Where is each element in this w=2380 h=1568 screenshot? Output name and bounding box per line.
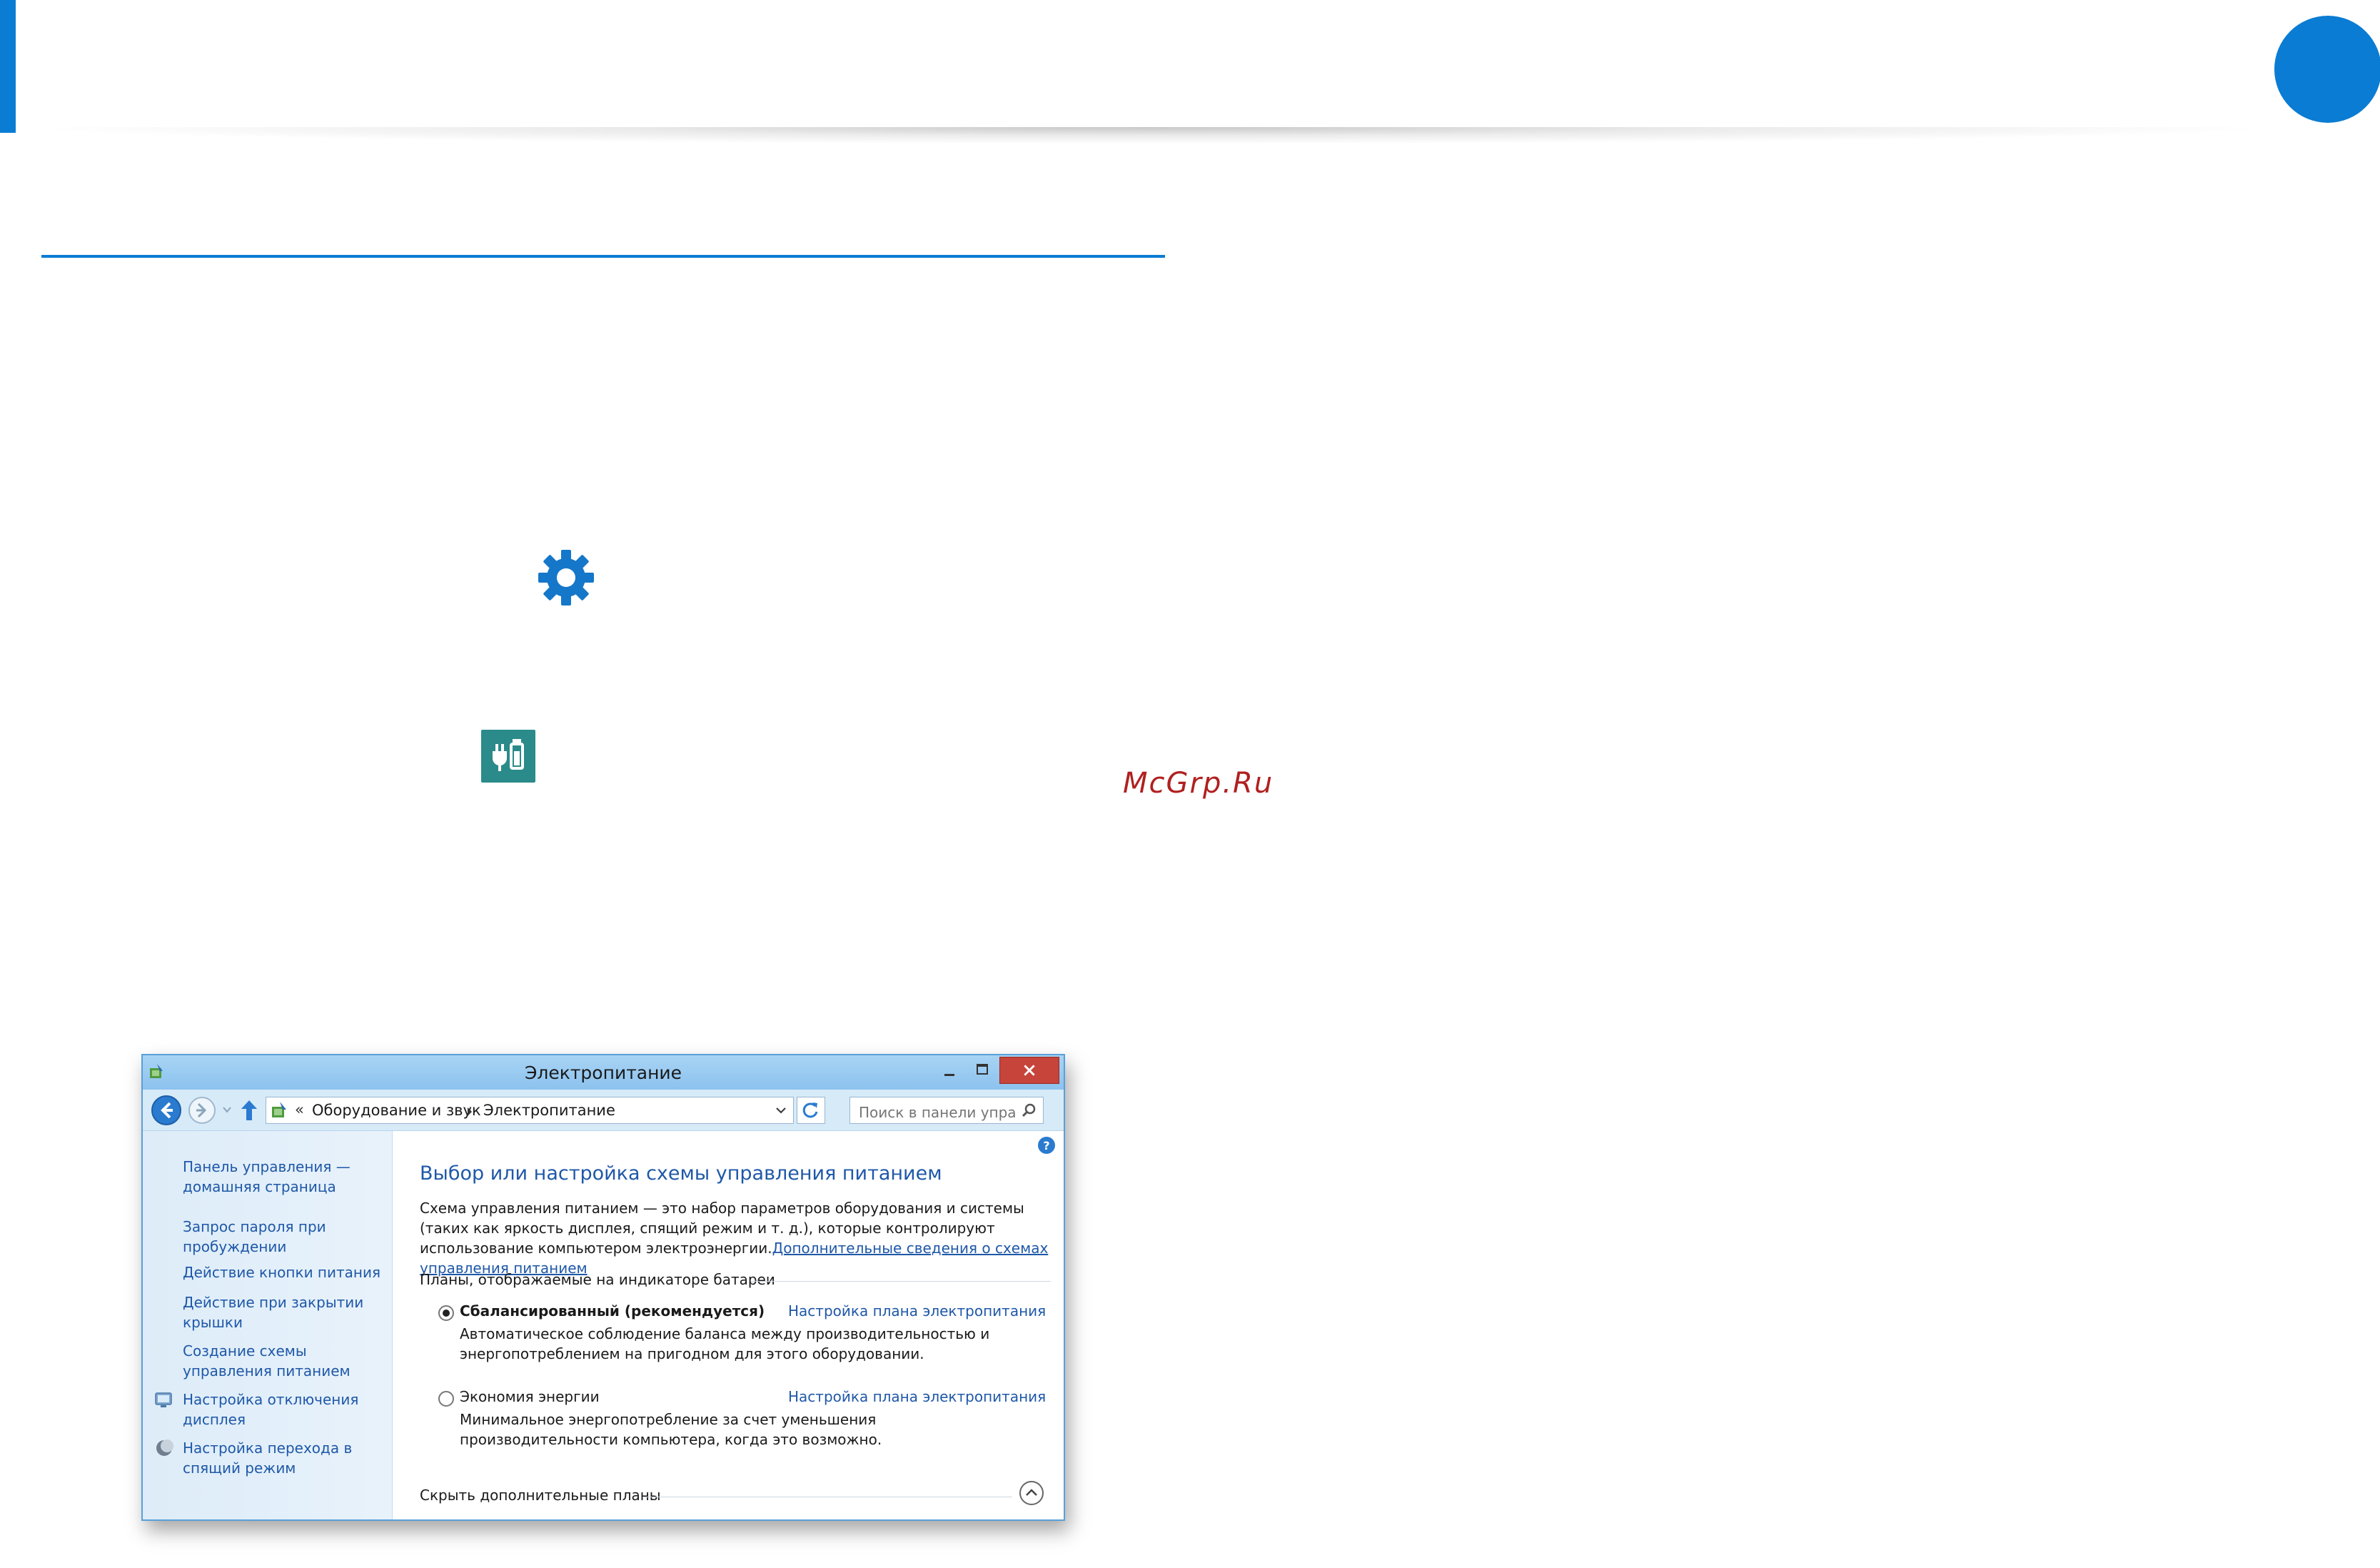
plan-radio-balanced[interactable] [438,1305,454,1321]
watermark-text: McGrp.Ru [1123,767,1274,800]
breadcrumb-power-options[interactable]: Электропитание [483,1102,615,1119]
page-description: Схема управления питанием — это набор па… [420,1198,1055,1278]
sidebar-link-create-plan[interactable]: Создание схемы управления питанием [183,1341,390,1381]
window-titlebar[interactable]: Электропитание [143,1055,1064,1090]
plan-settings-link-power-saver[interactable]: Настройка плана электропитания [788,1388,1046,1405]
breadcrumb-overflow[interactable]: « [295,1101,304,1118]
power-options-window: Электропитание « Оборудование и звук Эле… [141,1054,1065,1521]
plans-group-label: Планы, отображаемые на индикаторе батаре… [420,1271,775,1288]
collapse-button[interactable] [1019,1481,1044,1505]
moon-icon [154,1438,174,1458]
recent-pages-chevron-icon[interactable] [221,1104,233,1115]
plan-name-balanced[interactable]: Сбалансированный (рекомендуется) [460,1302,765,1320]
breadcrumb-hardware-sound[interactable]: Оборудование и звук [312,1102,481,1119]
chevron-down-icon[interactable] [775,1105,787,1116]
forward-button[interactable] [188,1097,216,1124]
plan-description-power-saver: Минимальное энергопотребление за счет ум… [460,1411,882,1448]
sidebar-link-control-panel-home[interactable]: Панель управления — домашняя страница [183,1157,390,1197]
main-content: ? Выбор или настройка схемы управления п… [394,1131,1064,1519]
page-marker-circle [2274,16,2380,123]
control-panel-icon [269,1100,289,1120]
hide-additional-plans-label[interactable]: Скрыть дополнительные планы [420,1487,661,1504]
address-bar[interactable]: « Оборудование и звук Электропитание [266,1097,794,1124]
sidebar-link-lid-close[interactable]: Действие при закрытии крышки [183,1292,390,1332]
plan-description-balanced: Автоматическое соблюдение баланса между … [460,1325,990,1362]
close-button[interactable] [999,1057,1059,1084]
up-arrow-icon[interactable] [238,1098,260,1122]
gear-icon [537,548,595,607]
plan-settings-link-balanced[interactable]: Настройка плана электропитания [788,1302,1046,1320]
minimize-button[interactable] [934,1057,965,1084]
sidebar-link-require-password[interactable]: Запрос пароля при пробуждении [183,1217,390,1257]
sidebar-link-display-off[interactable]: Настройка отключения дисплея [183,1389,390,1429]
window-title: Электропитание [524,1062,682,1083]
page-title: Выбор или настройка схемы управления пит… [420,1162,942,1185]
sidebar-link-sleep[interactable]: Настройка перехода в спящий режим [183,1438,390,1478]
sidebar-link-power-button[interactable]: Действие кнопки питания [183,1262,390,1282]
plan-radio-power-saver[interactable] [438,1391,454,1407]
display-icon [154,1389,174,1409]
search-input[interactable] [849,1097,1044,1124]
navigation-toolbar: « Оборудование и звук Электропитание [143,1090,1064,1131]
plan-name-power-saver[interactable]: Экономия энергии [460,1388,600,1405]
help-icon[interactable]: ? [1037,1135,1057,1155]
breadcrumb-separator-icon[interactable] [466,1106,473,1116]
task-sidebar: Панель управления — домашняя страница За… [143,1131,393,1519]
maximize-button[interactable] [967,1057,998,1084]
refresh-button[interactable] [797,1097,825,1124]
page-accent-bar [0,0,16,133]
power-plug-battery-icon [481,730,535,783]
section-divider [41,255,1165,258]
svg-text:?: ? [1043,1139,1049,1152]
group-divider [751,1281,1051,1282]
header-shadow [16,127,2286,144]
back-button[interactable] [151,1095,181,1125]
search-icon[interactable] [1021,1102,1037,1118]
